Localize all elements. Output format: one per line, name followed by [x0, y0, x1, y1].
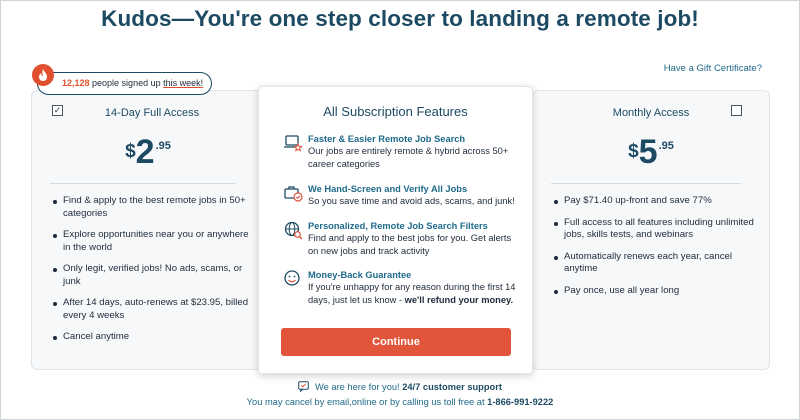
- subscription-features-card: All Subscription Features Faster & Easie…: [258, 86, 533, 374]
- chat-check-icon: [298, 381, 309, 394]
- list-item: Pay once, use all year long: [553, 285, 755, 298]
- price-cents: .95: [658, 140, 674, 152]
- list-item: Explore opportunities near you or anywhe…: [52, 229, 250, 254]
- phone-number[interactable]: 1-866-991-9222: [487, 397, 553, 407]
- feature-item: We Hand-Screen and Verify All Jobs So yo…: [283, 183, 522, 208]
- price-dollars: 2: [135, 133, 155, 171]
- page-headline: Kudos—You're one step closer to landing …: [101, 6, 699, 31]
- briefcase-check-icon: [283, 183, 303, 203]
- flame-icon: [32, 64, 54, 86]
- refund-promise: we'll refund your money.: [404, 294, 514, 305]
- plan-bullets: Pay $71.40 up-front and save 77% Full ac…: [553, 195, 755, 306]
- support-line: We are here for you! 24/7 customer suppo…: [0, 381, 800, 394]
- laptop-star-icon: [283, 133, 303, 153]
- signup-week: this week!: [163, 78, 204, 88]
- list-item: Full access to all features including un…: [553, 217, 755, 242]
- feature-title: We Hand-Screen and Verify All Jobs: [308, 184, 468, 194]
- plan-title: 14-Day Full Access: [104, 107, 200, 119]
- feature-desc: Find and apply to the best jobs for you.…: [308, 233, 512, 256]
- signup-count-badge: 12,128 people signed up this week!: [32, 64, 212, 95]
- price-cents: .95: [155, 140, 171, 152]
- feature-item: Faster & Easier Remote Job Search Our jo…: [283, 133, 522, 170]
- plan-card-monthly[interactable]: Monthly Access $5.95 Pay $71.40 up-front…: [532, 90, 770, 370]
- features-title: All Subscription Features: [323, 104, 468, 119]
- plan-bullets: Find & apply to the best remote jobs in …: [52, 195, 250, 353]
- price-currency: $: [628, 141, 639, 162]
- plan-title: Monthly Access: [612, 107, 690, 119]
- feature-title: Personalized, Remote Job Search Filters: [308, 221, 488, 231]
- list-item: Cancel anytime: [52, 331, 250, 344]
- list-item: Only legit, verified jobs! No ads, scams…: [52, 263, 250, 288]
- plan-card-14-day[interactable]: ✓ 14-Day Full Access $2.95 Find & apply …: [31, 90, 265, 370]
- list-item: Automatically renews each year, cancel a…: [553, 251, 755, 276]
- support-hours: 24/7 customer support: [402, 381, 502, 392]
- feature-desc: If you're unhappy for any reason during …: [308, 281, 522, 306]
- list-item: Pay $71.40 up-front and save 77%: [553, 195, 755, 208]
- globe-search-icon: [283, 220, 303, 240]
- divider: [551, 183, 741, 184]
- cancel-text: You may cancel by email,online or by cal…: [246, 397, 488, 407]
- cancel-info: You may cancel by email,online or by cal…: [0, 397, 800, 407]
- feature-title: Money-Back Guarantee: [308, 270, 412, 280]
- signup-text: people signed up: [89, 78, 164, 88]
- feature-item: Personalized, Remote Job Search Filters …: [283, 220, 522, 257]
- smiley-icon: [283, 269, 303, 289]
- list-item: After 14 days, auto-renews at $23.95, bi…: [52, 297, 250, 322]
- feature-item: Money-Back Guarantee If you're unhappy f…: [283, 269, 522, 306]
- price-currency: $: [125, 141, 136, 162]
- divider: [50, 183, 236, 184]
- support-text: We are here for you!: [315, 381, 403, 392]
- feature-desc: Our jobs are entirely remote & hybrid ac…: [308, 146, 509, 169]
- feature-desc: So you save time and avoid ads, scams, a…: [308, 196, 515, 206]
- list-item: Find & apply to the best remote jobs in …: [52, 195, 250, 220]
- plan-price: $2.95: [32, 133, 264, 172]
- gift-certificate-link[interactable]: Have a Gift Certificate?: [664, 63, 762, 74]
- continue-button[interactable]: Continue: [281, 328, 511, 356]
- signup-count: 12,128: [62, 78, 90, 88]
- price-dollars: 5: [638, 133, 658, 171]
- plan-price: $5.95: [533, 133, 769, 172]
- feature-title: Faster & Easier Remote Job Search: [308, 134, 466, 144]
